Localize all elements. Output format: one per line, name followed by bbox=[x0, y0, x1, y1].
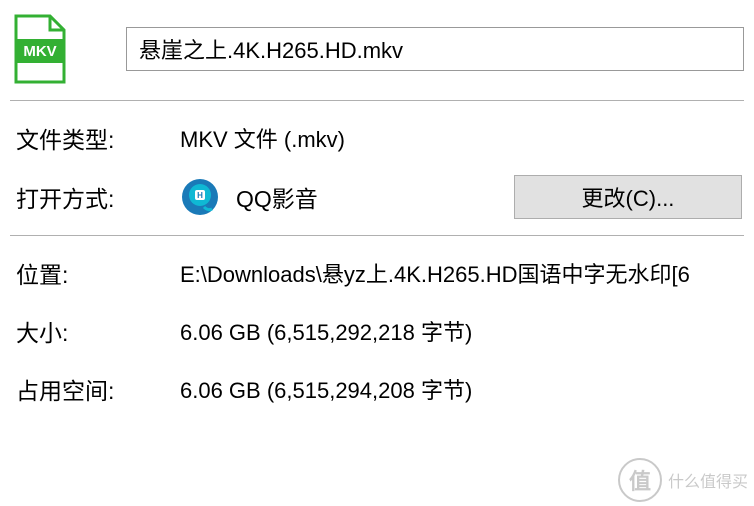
size-on-disk-label: 占用空间: bbox=[16, 372, 180, 406]
file-type-row: 文件类型: MKV 文件 (.mkv) bbox=[0, 109, 754, 167]
open-with-row: 打开方式: H QQ影音 更改(C)... bbox=[0, 167, 754, 227]
divider bbox=[10, 235, 744, 236]
svg-text:H: H bbox=[197, 191, 203, 200]
open-with-label: 打开方式: bbox=[16, 180, 180, 214]
file-type-icon: MKV bbox=[10, 14, 70, 84]
watermark-text: 什么值得买 bbox=[668, 468, 748, 492]
open-with-app-name: QQ影音 bbox=[236, 180, 514, 214]
qq-player-icon: H bbox=[180, 177, 220, 217]
file-icon-label: MKV bbox=[23, 43, 56, 60]
size-row: 大小: 6.06 GB (6,515,292,218 字节) bbox=[0, 302, 754, 360]
change-button[interactable]: 更改(C)... bbox=[514, 175, 742, 219]
size-on-disk-row: 占用空间: 6.06 GB (6,515,294,208 字节) bbox=[0, 360, 754, 418]
size-label: 大小: bbox=[16, 314, 180, 348]
location-value: E:\Downloads\悬yz上.4K.H265.HD国语中字无水印[6 bbox=[180, 257, 690, 289]
location-row: 位置: E:\Downloads\悬yz上.4K.H265.HD国语中字无水印[… bbox=[0, 244, 754, 302]
location-label: 位置: bbox=[16, 256, 180, 290]
size-value: 6.06 GB (6,515,292,218 字节) bbox=[180, 315, 472, 347]
watermark-badge-icon: 值 bbox=[618, 458, 662, 502]
size-on-disk-value: 6.06 GB (6,515,294,208 字节) bbox=[180, 373, 472, 405]
filename-input[interactable] bbox=[126, 27, 744, 71]
file-type-value: MKV 文件 (.mkv) bbox=[180, 122, 345, 154]
file-type-label: 文件类型: bbox=[16, 121, 180, 155]
watermark: 值 什么值得买 bbox=[618, 458, 748, 502]
divider bbox=[10, 100, 744, 101]
